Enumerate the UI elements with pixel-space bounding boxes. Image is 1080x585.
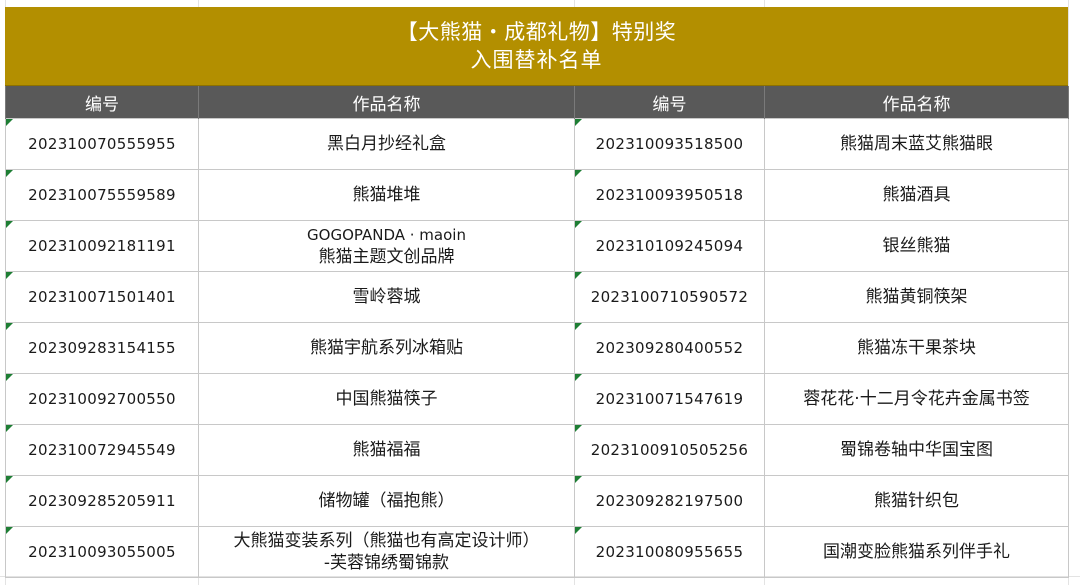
cell-name[interactable]: 熊猫堆堆 (198, 169, 575, 221)
cell-id[interactable]: 202309283154155 (5, 322, 199, 374)
header-row: 编号 作品名称 编号 作品名称 (5, 86, 1069, 119)
cell-name[interactable]: 黑白月抄经礼盒 (198, 118, 575, 170)
cell-id[interactable]: 202310109245094 (574, 220, 765, 272)
cell-name[interactable]: 熊猫宇航系列冰箱贴 (198, 322, 575, 374)
cell-name[interactable]: 熊猫福福 (198, 424, 575, 476)
title-line-1: 【大熊猫・成都礼物】特别奖 (396, 20, 677, 44)
table-row: 202310092181191 GOGOPANDA · maoin 熊猫主题文创… (5, 220, 1069, 272)
cell-name[interactable]: 熊猫酒具 (764, 169, 1069, 221)
table-row: 202310072945549 熊猫福福 2023100910505256 蜀锦… (5, 424, 1069, 476)
cell-name[interactable]: 雪岭蓉城 (198, 271, 575, 323)
cell-name[interactable]: 中国熊猫筷子 (198, 373, 575, 425)
cell-id[interactable]: 202310093055005 (5, 526, 199, 578)
cell-id[interactable]: 202310071547619 (574, 373, 765, 425)
title-line-2: 入围替补名单 (470, 48, 603, 72)
cell-name[interactable]: 熊猫冻干果茶块 (764, 322, 1069, 374)
cell-name-line: 大熊猫变装系列（熊猫也有高定设计师） (233, 531, 540, 551)
cell-name[interactable]: 大熊猫变装系列（熊猫也有高定设计师） -芙蓉锦绣蜀锦款 (198, 526, 575, 578)
header-name-left[interactable]: 作品名称 (198, 86, 575, 119)
cell-name[interactable]: 国潮变脸熊猫系列伴手礼 (764, 526, 1069, 578)
table-row: 202310070555955 黑白月抄经礼盒 202310093518500 … (5, 118, 1069, 170)
cell-id[interactable]: 202309285205911 (5, 475, 199, 527)
header-id-left[interactable]: 编号 (5, 86, 199, 119)
table-row: 202310092700550 中国熊猫筷子 202310071547619 蓉… (5, 373, 1069, 425)
cell-id[interactable]: 202310093950518 (574, 169, 765, 221)
cell-id[interactable]: 202309282197500 (574, 475, 765, 527)
cell-name[interactable]: 蓉花花·十二月令花卉金属书签 (764, 373, 1069, 425)
cell-id[interactable]: 202310093518500 (574, 118, 765, 170)
cell-name[interactable]: GOGOPANDA · maoin 熊猫主题文创品牌 (198, 220, 575, 272)
cell-id[interactable]: 202310075559589 (5, 169, 199, 221)
cell-name[interactable]: 熊猫针织包 (764, 475, 1069, 527)
cell-id[interactable]: 202310092181191 (5, 220, 199, 272)
cell-name-line: -芙蓉锦绣蜀锦款 (323, 553, 450, 573)
table-row: 202310075559589 熊猫堆堆 202310093950518 熊猫酒… (5, 169, 1069, 221)
cell-id[interactable]: 2023100710590572 (574, 271, 765, 323)
cell-name[interactable]: 银丝熊猫 (764, 220, 1069, 272)
cell-name[interactable]: 蜀锦卷轴中华国宝图 (764, 424, 1069, 476)
cell-id[interactable]: 202310080955655 (574, 526, 765, 578)
table-row: 202309283154155 熊猫宇航系列冰箱贴 20230928040055… (5, 322, 1069, 374)
table-row: 202310093055005 大熊猫变装系列（熊猫也有高定设计师） -芙蓉锦绣… (5, 526, 1069, 578)
table-row: 202309285205911 储物罐（福抱熊） 202309282197500… (5, 475, 1069, 527)
cell-id[interactable]: 2023100910505256 (574, 424, 765, 476)
table-row: 202310071501401 雪岭蓉城 2023100710590572 熊猫… (5, 271, 1069, 323)
cell-name-line: GOGOPANDA · maoin (307, 226, 466, 244)
title-banner[interactable]: 【大熊猫・成都礼物】特别奖 入围替补名单 (5, 7, 1068, 86)
cell-id[interactable]: 202310092700550 (5, 373, 199, 425)
header-id-right[interactable]: 编号 (574, 86, 765, 119)
shortlist-table: 编号 作品名称 编号 作品名称 202310070555955 黑白月抄经礼盒 … (5, 86, 1069, 578)
cell-id[interactable]: 202309280400552 (574, 322, 765, 374)
cell-id[interactable]: 202310070555955 (5, 118, 199, 170)
cell-name-line: 熊猫主题文创品牌 (318, 247, 455, 267)
cell-id[interactable]: 202310072945549 (5, 424, 199, 476)
cell-name[interactable]: 储物罐（福抱熊） (198, 475, 575, 527)
header-name-right[interactable]: 作品名称 (764, 86, 1069, 119)
cell-name[interactable]: 熊猫黄铜筷架 (764, 271, 1069, 323)
cell-name[interactable]: 熊猫周末蓝艾熊猫眼 (764, 118, 1069, 170)
cell-id[interactable]: 202310071501401 (5, 271, 199, 323)
